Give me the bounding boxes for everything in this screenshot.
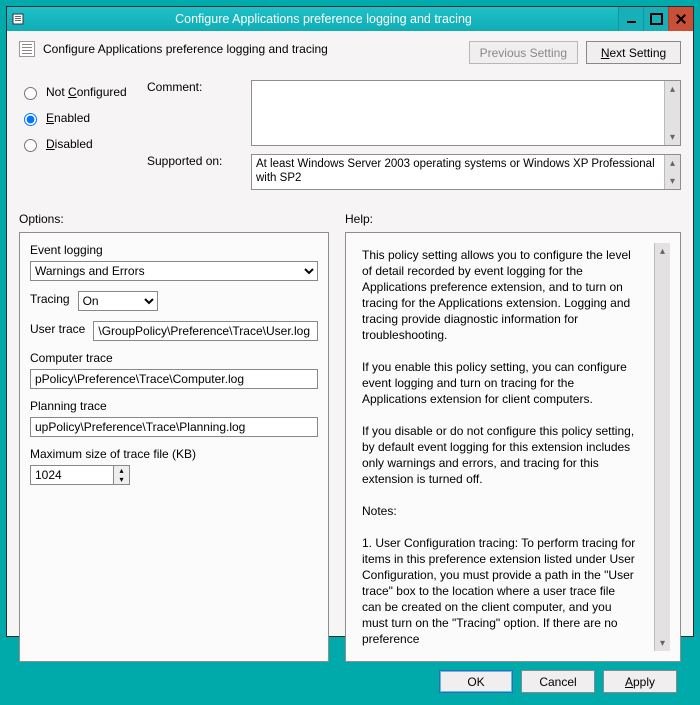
previous-setting-button[interactable]: Previous Setting [469, 41, 578, 64]
user-trace-row: User trace [30, 321, 318, 341]
radio-enabled[interactable]: Enabled [19, 110, 139, 126]
radio-enabled-input[interactable] [24, 113, 37, 126]
scroll-down-icon[interactable]: ▾ [655, 635, 670, 651]
footer-buttons: OK Cancel Apply [19, 662, 681, 697]
comment-label: Comment: [147, 80, 243, 146]
comment-textbox[interactable]: ▴▾ [251, 80, 681, 146]
tracing-select[interactable]: On [78, 291, 158, 311]
supported-scrollbar[interactable]: ▴▾ [664, 155, 680, 189]
state-radios: Not Configured Enabled Disabled [19, 80, 139, 198]
next-setting-button[interactable]: Next Setting [586, 41, 681, 64]
supported-textbox: At least Windows Server 2003 operating s… [251, 154, 681, 190]
planning-trace-label: Planning trace [30, 399, 318, 413]
computer-trace-input[interactable] [30, 369, 318, 389]
radio-disabled-label: Disabled [46, 137, 93, 151]
radio-disabled-input[interactable] [24, 139, 37, 152]
scroll-up-icon[interactable]: ▴ [665, 155, 680, 171]
radio-not-configured[interactable]: Not Configured [19, 84, 139, 100]
spin-buttons[interactable]: ▴ ▾ [114, 465, 130, 485]
ok-button[interactable]: OK [439, 670, 513, 693]
user-trace-input[interactable] [93, 321, 318, 341]
radio-not-configured-label: Not Configured [46, 85, 127, 99]
close-button[interactable] [668, 7, 693, 31]
tracing-row: Tracing On [30, 291, 318, 311]
scroll-up-icon[interactable]: ▴ [655, 243, 670, 259]
apply-hotkey: A [625, 675, 633, 689]
max-size-input[interactable] [30, 465, 114, 485]
tracing-label: Tracing [30, 292, 70, 306]
section-labels: Options: Help: [19, 212, 681, 226]
app-icon [7, 7, 29, 31]
policy-title: Configure Applications preference loggin… [43, 42, 328, 56]
maximize-button[interactable] [643, 7, 668, 31]
radio-enabled-label: Enabled [46, 111, 90, 125]
header-buttons: Previous Setting Next Setting [469, 41, 681, 64]
planning-trace-input[interactable] [30, 417, 318, 437]
radio-disabled[interactable]: Disabled [19, 136, 139, 152]
titlebar[interactable]: Configure Applications preference loggin… [7, 7, 693, 31]
policy-icon [19, 41, 35, 57]
dialog-window: Configure Applications preference loggin… [6, 6, 694, 637]
scroll-down-icon[interactable]: ▾ [665, 129, 680, 145]
event-logging-select[interactable]: Warnings and Errors [30, 261, 318, 281]
radio-not-configured-input[interactable] [24, 87, 37, 100]
max-size-spinner[interactable]: ▴ ▾ [30, 465, 318, 485]
help-panel: This policy setting allows you to config… [345, 232, 681, 662]
supported-value: At least Windows Server 2003 operating s… [256, 157, 662, 187]
scroll-down-icon[interactable]: ▾ [665, 173, 680, 189]
apply-rest: pply [633, 675, 655, 689]
options-panel: Event logging Warnings and Errors Tracin… [19, 232, 329, 662]
cancel-button[interactable]: Cancel [521, 670, 595, 693]
panels: Event logging Warnings and Errors Tracin… [19, 232, 681, 662]
options-section-label: Options: [19, 212, 329, 226]
apply-button[interactable]: Apply [603, 670, 677, 693]
spin-down-icon[interactable]: ▾ [114, 475, 129, 484]
minimize-button[interactable] [618, 7, 643, 31]
state-grid: Not Configured Enabled Disabled Comment:… [19, 80, 681, 198]
help-scrollbar[interactable]: ▴▾ [654, 243, 670, 651]
spin-up-icon[interactable]: ▴ [114, 466, 129, 475]
max-size-label: Maximum size of trace file (KB) [30, 447, 318, 461]
comment-value [256, 83, 662, 143]
event-logging-label: Event logging [30, 243, 318, 257]
help-text: This policy setting allows you to config… [356, 243, 654, 651]
scroll-up-icon[interactable]: ▴ [665, 81, 680, 97]
dialog-body: Configure Applications preference loggin… [7, 31, 693, 705]
window-title: Configure Applications preference loggin… [29, 7, 618, 31]
user-trace-label: User trace [30, 322, 85, 336]
help-section-label: Help: [345, 212, 681, 226]
computer-trace-label: Computer trace [30, 351, 318, 365]
supported-label: Supported on: [147, 154, 243, 190]
header-row: Configure Applications preference loggin… [19, 41, 681, 64]
comment-scrollbar[interactable]: ▴▾ [664, 81, 680, 145]
next-rest: ext Setting [609, 46, 666, 60]
header-left: Configure Applications preference loggin… [19, 41, 328, 57]
